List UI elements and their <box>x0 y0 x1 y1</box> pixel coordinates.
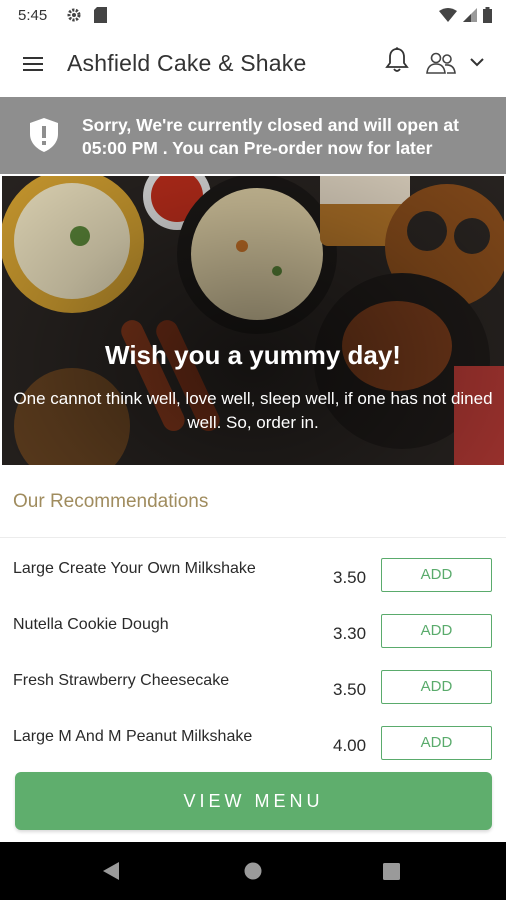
battery-icon <box>483 7 492 23</box>
recommendation-item: Fresh Strawberry Cheesecake 3.50 ADD <box>0 670 506 720</box>
view-menu-button[interactable]: VIEW MENU <box>15 772 492 830</box>
shield-alert-icon <box>30 118 58 152</box>
closed-notice-banner: Sorry, We're currently closed and will o… <box>0 97 506 174</box>
notification-bell-icon[interactable] <box>384 46 410 74</box>
chevron-down-icon[interactable] <box>469 56 485 68</box>
status-icons <box>439 7 492 23</box>
item-price: 3.50 <box>333 568 367 587</box>
item-name: Fresh Strawberry Cheesecake <box>13 672 230 689</box>
hero-banner: Wish you a yummy day! One cannot think w… <box>2 176 504 465</box>
recents-icon[interactable] <box>383 863 400 880</box>
signal-icon <box>463 8 477 22</box>
app-bar: Ashfield Cake & Shake <box>0 32 506 96</box>
recommendation-item: Large M And M Peanut Milkshake 4.00 ADD <box>0 726 506 776</box>
app-title: Ashfield Cake & Shake <box>67 50 307 76</box>
recommendation-item: Nutella Cookie Dough 3.30 ADD <box>0 614 506 664</box>
add-button[interactable]: ADD <box>381 726 492 760</box>
divider <box>0 537 506 538</box>
add-button[interactable]: ADD <box>381 670 492 704</box>
recommendation-item: Large Create Your Own Milkshake 3.50 ADD <box>0 558 506 608</box>
sd-card-icon <box>94 7 107 23</box>
hero-title: Wish you a yummy day! <box>105 340 401 370</box>
closed-notice-text: Sorry, We're currently closed and will o… <box>82 115 459 158</box>
system-navigation-bar <box>0 842 506 900</box>
hero-subtitle: One cannot think well, love well, sleep … <box>13 389 493 432</box>
back-icon[interactable] <box>101 861 121 881</box>
item-name: Nutella Cookie Dough <box>13 616 169 633</box>
item-price: 3.30 <box>333 624 367 643</box>
recommendations-heading: Our Recommendations <box>13 491 209 512</box>
status-time: 5:45 <box>18 7 48 24</box>
item-price: 3.50 <box>333 680 367 699</box>
status-bar: 5:45 <box>0 0 506 32</box>
settings-gear-icon <box>67 8 81 22</box>
item-name: Large M And M Peanut Milkshake <box>13 728 253 745</box>
hamburger-menu-icon[interactable] <box>21 52 45 76</box>
add-button[interactable]: ADD <box>381 614 492 648</box>
add-button[interactable]: ADD <box>381 558 492 592</box>
wifi-icon <box>439 8 457 22</box>
item-price: 4.00 <box>333 736 367 755</box>
item-name: Large Create Your Own Milkshake <box>13 560 256 577</box>
home-icon[interactable] <box>244 862 262 880</box>
users-account-icon[interactable] <box>425 51 457 75</box>
